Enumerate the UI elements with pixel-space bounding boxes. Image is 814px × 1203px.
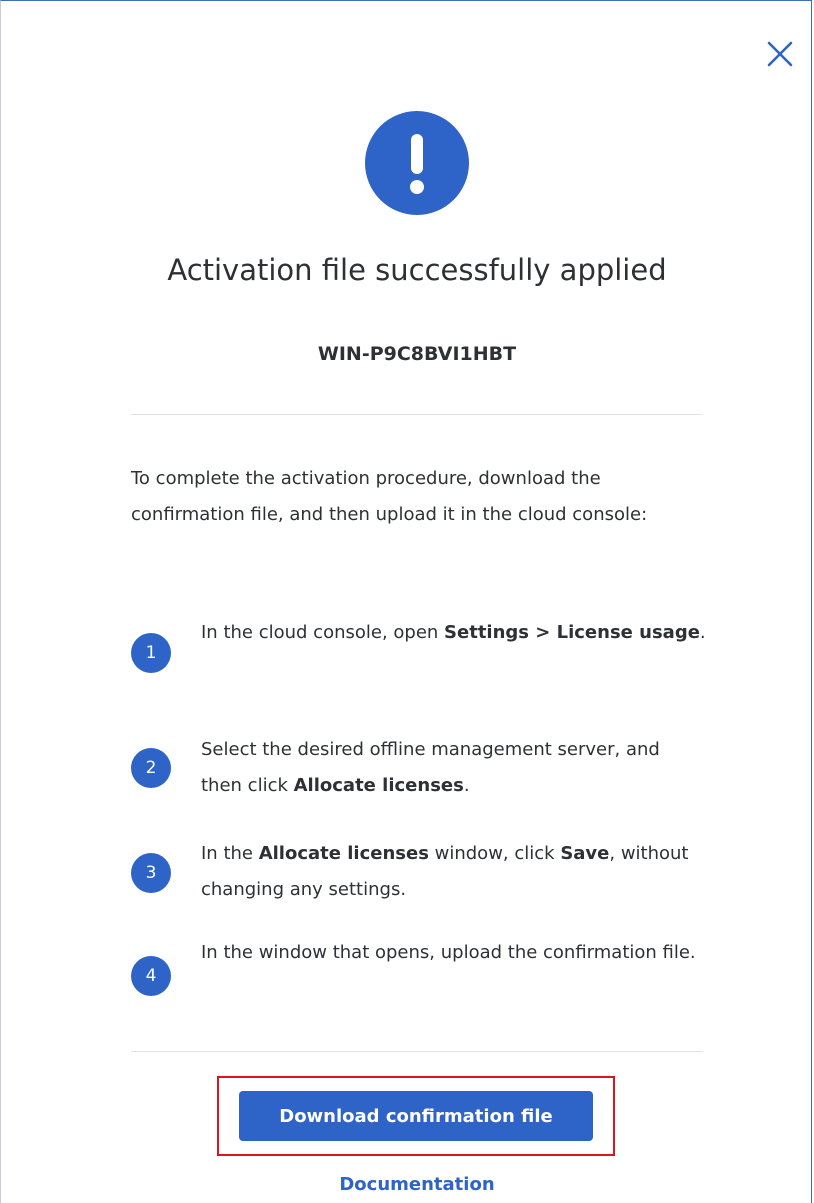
- machine-name: WIN-P9C8BVI1HBT: [317, 343, 517, 365]
- step-text-part: .: [463, 775, 470, 796]
- divider-top: [131, 414, 703, 415]
- alert-badge: [365, 111, 469, 215]
- step-number-badge: 1: [131, 633, 171, 673]
- step-number-badge: 4: [131, 956, 171, 996]
- step-text: In the cloud console, open Settings > Li…: [201, 615, 706, 651]
- step-text-bold: Allocate licenses: [258, 843, 429, 864]
- step-text-part: In the: [201, 843, 259, 864]
- exclamation-icon: [410, 134, 424, 194]
- step-number-badge: 2: [131, 748, 171, 788]
- close-button[interactable]: [763, 37, 797, 71]
- dialog-title: Activation file successfully applied: [167, 253, 667, 287]
- divider-bottom: [131, 1051, 703, 1052]
- step-text-bold: Save: [560, 843, 610, 864]
- step-text-bold: Allocate licenses: [293, 775, 464, 796]
- close-icon: [767, 41, 793, 67]
- documentation-link[interactable]: Documentation: [1, 1174, 811, 1195]
- activation-dialog: Activation file successfully applied WIN…: [0, 0, 812, 1203]
- step-number-badge: 3: [131, 853, 171, 893]
- step-text-part: In the window that opens, upload the con…: [201, 942, 696, 963]
- step-text-bold: Settings > License usage: [444, 622, 700, 643]
- step-text-part: window, click: [428, 843, 561, 864]
- download-confirmation-button[interactable]: Download confirmation file: [239, 1091, 593, 1141]
- step-text-part: In the cloud console, open: [201, 622, 445, 643]
- step-text: Select the desired offline management se…: [201, 732, 706, 804]
- intro-text: To complete the activation procedure, do…: [131, 468, 648, 525]
- step-text: In the Allocate licenses window, click S…: [201, 836, 706, 908]
- step-text-part: .: [699, 622, 706, 643]
- step-text: In the window that opens, upload the con…: [201, 935, 706, 971]
